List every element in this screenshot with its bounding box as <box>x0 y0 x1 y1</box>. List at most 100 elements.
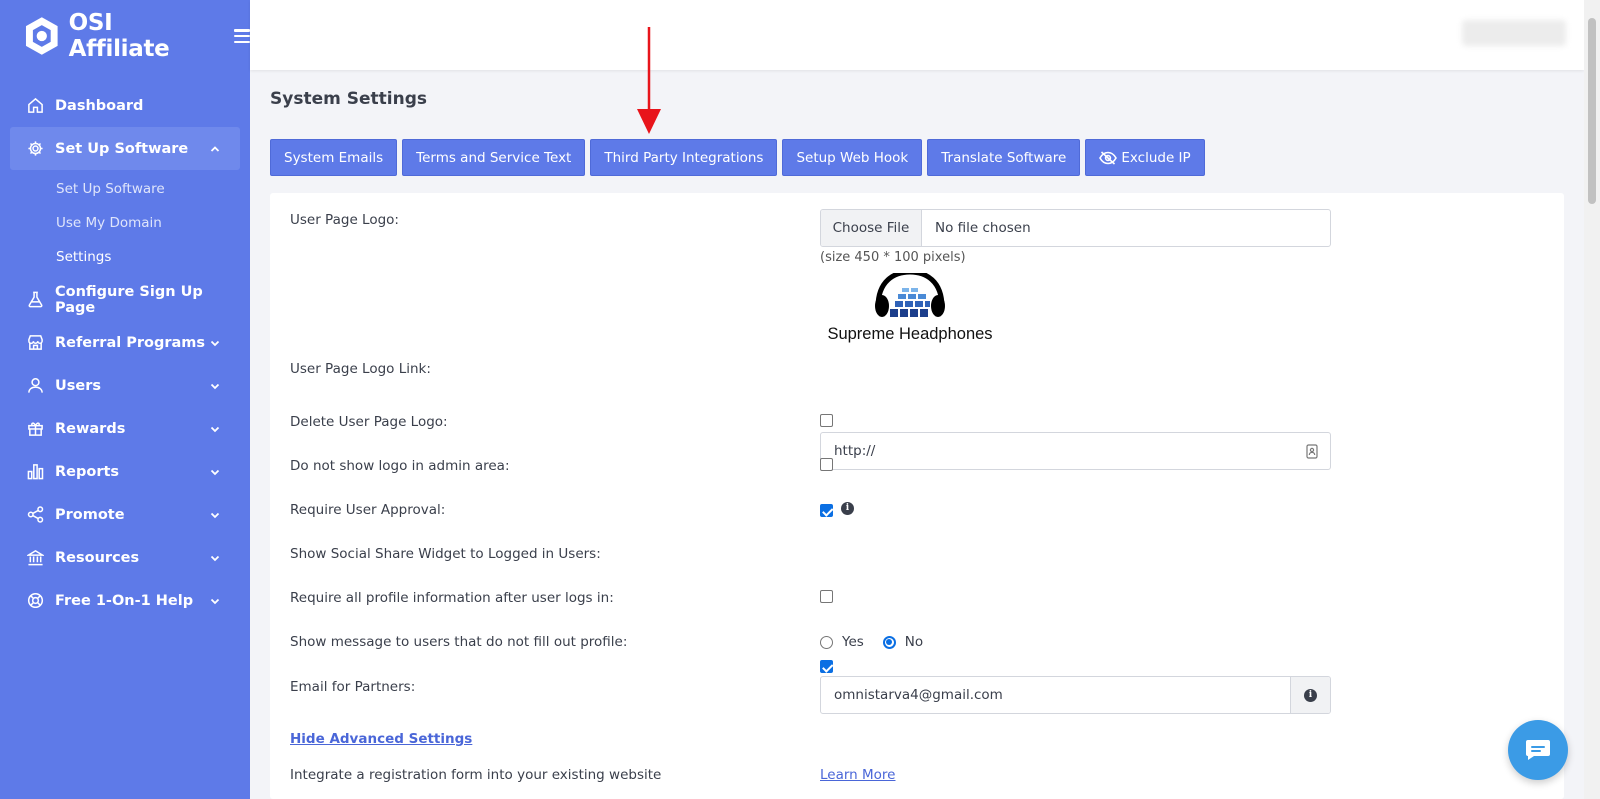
sidebar-item-label: Reports <box>55 463 120 480</box>
sidebar-item-rewards[interactable]: Rewards <box>10 407 240 450</box>
sidebar-item-label: Users <box>55 377 102 394</box>
hide-advanced-settings-link[interactable]: Hide Advanced Settings <box>290 731 472 747</box>
sidebar-nav-rest: Configure Sign Up Page Referral Programs… <box>0 278 250 622</box>
tab-exclude-ip[interactable]: Exclude IP <box>1085 139 1205 176</box>
flask-icon <box>28 291 43 308</box>
chat-bubble-icon <box>1526 740 1550 760</box>
sidebar-item-label: Referral Programs <box>55 334 206 351</box>
info-icon: i <box>1304 688 1317 702</box>
page-scrollbar[interactable] <box>1584 0 1600 799</box>
delete-logo-label: Delete User Page Logo: <box>290 414 448 430</box>
headphones-logo-icon <box>875 269 945 317</box>
contact-card-icon <box>1306 444 1318 459</box>
social-share-label: Show Social Share Widget to Logged in Us… <box>290 546 601 562</box>
sidebar-item-label: Dashboard <box>55 97 144 114</box>
share-icon <box>27 506 44 523</box>
show-message-label: Show message to users that do not fill o… <box>290 634 628 650</box>
social-share-checkbox[interactable] <box>820 660 833 673</box>
chat-widget-button[interactable] <box>1508 720 1568 780</box>
sidebar-item-setup-software[interactable]: Set Up Software <box>10 127 240 170</box>
show-message-radio-group: Yes No <box>820 634 923 650</box>
chevron-down-icon <box>210 469 220 475</box>
choose-file-button[interactable]: Choose File <box>821 210 922 246</box>
user-menu-avatar[interactable] <box>1462 20 1566 46</box>
hide-logo-admin-checkbox[interactable] <box>820 458 833 471</box>
tab-system-emails[interactable]: System Emails <box>270 139 398 176</box>
sidebar-item-resources[interactable]: Resources <box>10 536 240 579</box>
gift-icon <box>28 422 43 436</box>
setup-software-submenu: Set Up Software Use My Domain Settings <box>0 170 250 278</box>
tab-setup-web-hook[interactable]: Setup Web Hook <box>782 139 923 176</box>
chevron-down-icon <box>210 555 220 561</box>
bar-chart-icon <box>27 464 44 480</box>
submenu-item-use-my-domain[interactable]: Use My Domain <box>56 206 250 240</box>
partner-email-info-button[interactable]: i <box>1290 677 1330 713</box>
gear-icon <box>28 141 43 156</box>
chevron-down-icon <box>210 426 220 432</box>
scrollbar-thumb[interactable] <box>1588 18 1596 204</box>
sidebar-item-free-help[interactable]: Free 1-On-1 Help <box>10 579 240 622</box>
home-icon <box>28 97 43 113</box>
eye-slash-icon <box>1099 150 1118 165</box>
integrate-form-label: Integrate a registration form into your … <box>290 767 662 783</box>
hide-logo-admin-label: Do not show logo in admin area: <box>290 458 510 474</box>
file-status: No file chosen <box>935 220 1031 236</box>
partner-email-label: Email for Partners: <box>290 679 416 695</box>
user-page-logo-link-input[interactable]: http:// <box>820 432 1331 470</box>
chevron-down-icon <box>210 383 220 389</box>
top-bar <box>250 0 1584 70</box>
sidebar-item-label: Set Up Software <box>55 140 189 157</box>
tab-third-party-integrations[interactable]: Third Party Integrations <box>590 139 778 176</box>
sidebar-item-label: Free 1-On-1 Help <box>55 592 194 609</box>
logo-size-hint: (size 450 * 100 pixels) <box>820 250 966 265</box>
radio-label-no: No <box>904 634 924 650</box>
tab-translate-software[interactable]: Translate Software <box>927 139 1081 176</box>
learn-more-link[interactable]: Learn More <box>820 767 896 783</box>
logo-caption: Supreme Headphones <box>827 325 993 343</box>
sidebar-item-label: Rewards <box>55 420 126 437</box>
partner-email-input[interactable]: omnistarva4@gmail.com <box>821 677 1290 713</box>
settings-panel: User Page Logo: Choose File No file chos… <box>270 193 1564 799</box>
sidebar-item-reports[interactable]: Reports <box>10 450 240 493</box>
require-approval-control: i <box>820 502 854 521</box>
sidebar-item-configure-signup[interactable]: Configure Sign Up Page <box>10 278 240 321</box>
store-icon <box>28 335 43 350</box>
chevron-down-icon <box>210 512 220 518</box>
user-page-logo-link-label: User Page Logo Link: <box>290 361 431 377</box>
user-page-logo-file-input: Choose File No file chosen <box>820 209 1331 247</box>
radio-label-yes: Yes <box>842 634 864 650</box>
submenu-item-settings[interactable]: Settings <box>56 240 250 274</box>
user-icon <box>28 378 43 393</box>
sidebar-item-label: Promote <box>55 506 125 523</box>
sidebar-item-referral-programs[interactable]: Referral Programs <box>10 321 240 364</box>
user-page-logo-label: User Page Logo: <box>290 212 399 228</box>
require-approval-label: Require User Approval: <box>290 502 446 518</box>
bank-icon <box>27 550 44 566</box>
sidebar-item-promote[interactable]: Promote <box>10 493 240 536</box>
settings-tabs: System Emails Terms and Service Text Thi… <box>270 139 1205 176</box>
info-icon[interactable]: i <box>841 502 854 515</box>
delete-logo-checkbox[interactable] <box>820 414 833 427</box>
tab-terms-and-service[interactable]: Terms and Service Text <box>402 139 586 176</box>
brand-name: OSI Affiliate <box>68 10 170 62</box>
require-profile-checkbox[interactable] <box>820 590 833 603</box>
sidebar-nav: Dashboard Set Up Software <box>0 84 250 170</box>
chevron-down-icon <box>210 598 220 604</box>
osi-logo-icon <box>25 17 58 55</box>
show-message-yes-radio[interactable] <box>820 635 833 649</box>
chevron-up-icon <box>210 145 220 152</box>
sidebar: OSI Affiliate Dashboard Set Up Software … <box>0 0 250 799</box>
require-profile-label: Require all profile information after us… <box>290 590 614 606</box>
uploaded-logo-image: Supreme Headphones <box>820 269 1000 347</box>
require-approval-checkbox[interactable] <box>820 504 833 517</box>
sidebar-item-users[interactable]: Users <box>10 364 240 407</box>
logo-link-value: http:// <box>834 443 876 459</box>
menu-toggle-icon[interactable] <box>234 29 250 43</box>
sidebar-item-dashboard[interactable]: Dashboard <box>10 84 240 127</box>
sidebar-item-label: Resources <box>55 549 140 566</box>
show-message-no-radio[interactable] <box>882 635 896 649</box>
tab-label: Exclude IP <box>1121 149 1191 166</box>
partner-email-input-group: omnistarva4@gmail.com i <box>820 676 1331 714</box>
submenu-item-setup-software[interactable]: Set Up Software <box>56 172 250 206</box>
annotation-arrow-icon <box>637 27 661 134</box>
